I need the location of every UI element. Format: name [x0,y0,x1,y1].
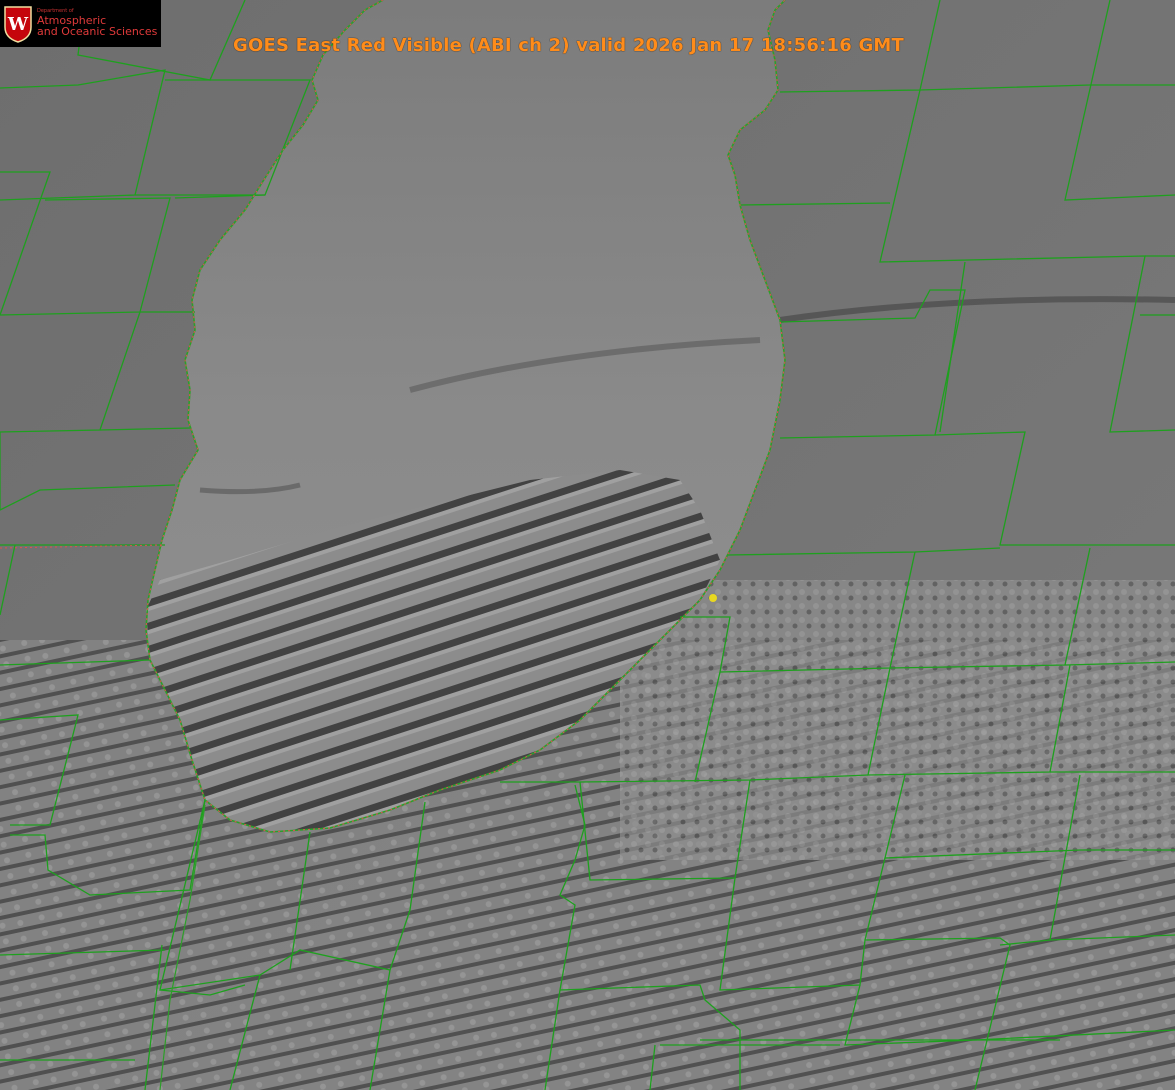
logo-line-2: and Oceanic Sciences [37,25,158,39]
image-title: GOES East Red Visible (ABI ch 2) valid 2… [233,35,905,56]
uw-crest-icon: W [4,5,32,43]
satellite-map [0,0,1175,1090]
uw-aos-logo: W Department of Atmospheric and Oceanic … [0,0,161,47]
logo-text: Department of Atmospheric and Oceanic Sc… [37,9,158,39]
location-marker [709,594,717,602]
east-cumulus [620,580,1175,860]
svg-text:W: W [7,14,29,35]
